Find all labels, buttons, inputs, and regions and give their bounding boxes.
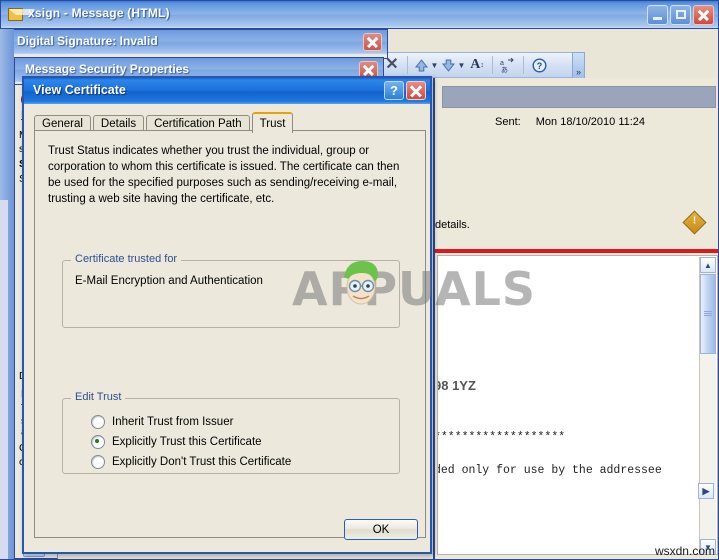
close-icon[interactable]	[406, 81, 426, 100]
vertical-scrollbar[interactable]: ▲ ▼	[699, 257, 716, 554]
edit-trust-legend: Edit Trust	[71, 391, 126, 403]
radio-icon	[91, 455, 105, 469]
body-line: 98 1YZ	[437, 378, 476, 393]
svg-text:a: a	[500, 60, 504, 67]
body-line: ded only for use by the addressee	[437, 464, 662, 477]
toolbar-separator	[492, 56, 493, 74]
details-text: details.	[435, 219, 470, 231]
radio-icon	[91, 415, 105, 429]
certificate-trusted-for-group: Certificate trusted for E-Mail Encryptio…	[62, 253, 400, 328]
radio-label: Explicitly Trust this Certificate	[112, 436, 262, 448]
message-body-text: 98 1YZ ******************* ded only for …	[437, 255, 718, 555]
minimize-button[interactable]	[647, 5, 668, 25]
security-warning-rule	[435, 249, 718, 253]
previous-item-dropdown-icon[interactable]: ▼	[430, 54, 439, 76]
close-button[interactable]	[693, 5, 714, 25]
envelope-icon	[8, 8, 35, 21]
certificate-trusted-for-value: E-Mail Encryption and Authentication	[75, 275, 263, 287]
next-item-icon[interactable]	[439, 54, 457, 76]
scrollbar-grip	[704, 311, 712, 317]
source-watermark: wsxdn.com	[654, 544, 715, 558]
font-size-icon[interactable]: A ↕	[466, 54, 488, 76]
toolbar-overflow-button[interactable]: »	[572, 52, 585, 80]
message-toolbar: ✕ ▼ ▼ A ↕ aあ ? »	[380, 52, 585, 80]
scrollbar-thumb[interactable]	[700, 274, 716, 354]
digital-signature-titlebar: Digital Signature: Invalid	[7, 30, 387, 54]
view-certificate-dialog: View Certificate ? General Details Certi…	[22, 76, 432, 554]
help-icon[interactable]: ?	[528, 54, 550, 76]
tab-trust[interactable]: Trust	[251, 112, 294, 133]
trust-status-description: Trust Status indicates whether you trust…	[48, 145, 400, 205]
view-certificate-titlebar: View Certificate ?	[24, 78, 430, 104]
radio-explicitly-dont-trust-this-certificate[interactable]: Explicitly Don't Trust this Certificate	[91, 455, 291, 469]
radio-inherit-trust-from-issuer[interactable]: Inherit Trust from Issuer	[91, 415, 233, 429]
message-body-panel: Sent: Mon 18/10/2010 11:24 details. 98 1…	[433, 78, 718, 559]
sent-row: Sent: Mon 18/10/2010 11:24	[495, 116, 645, 128]
radio-icon-selected	[91, 435, 105, 449]
sent-value: Mon 18/10/2010 11:24	[535, 116, 646, 128]
svg-text:?: ?	[536, 61, 542, 71]
next-item-dropdown-icon[interactable]: ▼	[457, 54, 466, 76]
radio-label: Inherit Trust from Issuer	[112, 416, 234, 428]
sent-label: Sent:	[495, 116, 521, 128]
window-controls	[647, 5, 714, 25]
maximize-button[interactable]	[670, 5, 691, 25]
scroll-up-icon[interactable]: ▲	[700, 257, 716, 273]
edit-trust-group: Edit Trust Inherit Trust from Issuer Exp…	[62, 391, 400, 474]
body-line: *******************	[437, 431, 566, 444]
svg-text:あ: あ	[501, 66, 508, 73]
warning-diamond-icon[interactable]	[682, 210, 707, 235]
previous-item-icon[interactable]	[412, 54, 430, 76]
view-certificate-window-controls: ?	[384, 81, 426, 100]
radio-explicitly-trust-this-certificate[interactable]: Explicitly Trust this Certificate	[91, 435, 262, 449]
close-icon[interactable]	[363, 33, 382, 51]
ok-button[interactable]: OK	[344, 519, 418, 540]
digital-signature-dialog: Digital Signature: Invalid	[6, 29, 388, 59]
radio-label: Explicitly Don't Trust this Certificate	[112, 456, 292, 468]
help-icon[interactable]: ?	[384, 81, 404, 100]
scroll-right-icon[interactable]: ▶	[698, 483, 714, 499]
certificate-tabstrip: General Details Certification Path Trust	[34, 112, 426, 133]
certificate-trusted-for-legend: Certificate trusted for	[71, 253, 182, 265]
toolbar-separator	[523, 56, 524, 74]
message-header-bar	[442, 86, 716, 108]
message-window-title: xsign - Message (HTML)	[28, 6, 170, 20]
translate-icon[interactable]: aあ	[497, 54, 519, 76]
toolbar-separator	[407, 56, 408, 74]
message-security-title: Message Security Properties	[25, 62, 190, 76]
message-window-titlebar: xsign - Message (HTML)	[1, 1, 718, 29]
trust-tab-panel: Trust Status indicates whether you trust…	[34, 130, 426, 538]
view-certificate-title: View Certificate	[33, 83, 126, 97]
screenshot-root: xsign - Message (HTML) ✕ ▼ ▼ A↕ aあ ? »	[0, 0, 719, 560]
digital-signature-title: Digital Signature: Invalid	[17, 34, 158, 48]
window-left-edge-lower	[0, 200, 8, 559]
